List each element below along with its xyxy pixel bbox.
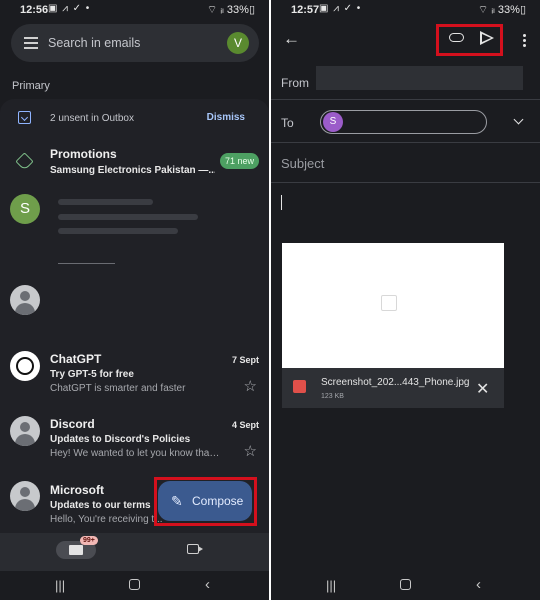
avatar (10, 416, 40, 446)
star-icon[interactable]: ☆ (244, 442, 257, 460)
dismiss-button[interactable]: Dismiss (207, 112, 245, 123)
chevron-down-icon[interactable] (513, 114, 524, 125)
promotions-row[interactable]: Promotions Samsung Electronics Pakistan … (0, 147, 269, 177)
divider (271, 99, 540, 100)
recipient-chip[interactable]: S (320, 110, 487, 134)
redacted-text (58, 228, 178, 234)
chatgpt-logo-icon (10, 351, 40, 381)
search-input[interactable]: Search in emails (48, 36, 140, 50)
image-icon (381, 295, 397, 311)
from-label: From (281, 76, 309, 90)
image-file-icon (293, 380, 306, 393)
new-count-badge: 71 new (219, 153, 259, 169)
status-time: 12:57 (291, 4, 320, 16)
status-bar: 12:56 ▣ ⩘ ✓ • ⌔ ᵢₗ 33%▯ (0, 0, 269, 20)
divider (271, 182, 540, 183)
highlight-box-actions (436, 24, 503, 56)
promotions-title: Promotions (50, 147, 117, 161)
avatar (10, 285, 40, 315)
hamburger-icon[interactable] (24, 37, 38, 49)
email-subject: Updates to our terms (50, 500, 151, 511)
attachment-size: 123 KB (321, 393, 344, 400)
redacted-text (58, 214, 198, 220)
divider (271, 142, 540, 143)
attachment-bar: Screenshot_202...443_Phone.jpg 123 KB ✕ (282, 368, 504, 408)
attachment-name: Screenshot_202...443_Phone.jpg (321, 377, 470, 388)
close-icon[interactable]: ✕ (476, 379, 489, 399)
bottom-navigation: 99+ (0, 533, 269, 571)
email-subject: Try GPT-5 for free (50, 369, 134, 380)
email-date: 4 Sept (231, 420, 259, 430)
status-bar: 12:57 ▣ ⩘ ✓ • ⌔ ᵢₗ 33%▯ (271, 0, 540, 20)
avatar: S (323, 112, 343, 132)
back-icon[interactable]: ‹ (205, 576, 210, 593)
home-icon[interactable] (400, 579, 411, 590)
outbox-banner: 2 unsent in Outbox Dismiss (0, 109, 269, 129)
redacted-text (58, 199, 153, 205)
divider (58, 263, 115, 264)
email-row-discord[interactable]: Discord 4 Sept Updates to Discord's Poli… (0, 416, 269, 464)
promotions-sender: Samsung Electronics Pakistan —... (50, 165, 215, 176)
email-sender: Microsoft (50, 483, 104, 497)
email-preview: ChatGPT is smarter and faster (50, 383, 186, 394)
battery-indicator: ⌔ ᵢₗ 33%▯ (206, 4, 255, 16)
recent-apps-icon[interactable]: ||| (55, 578, 65, 593)
back-arrow-icon[interactable]: ← (283, 29, 300, 49)
email-subject: Updates to Discord's Policies (50, 434, 191, 445)
email-preview: Hey! We wanted to let you know that we..… (50, 448, 220, 459)
back-icon[interactable]: ‹ (476, 576, 481, 593)
subject-field[interactable]: Subject (281, 156, 324, 171)
notification-icons: ▣ ⩘ ✓ • (48, 3, 91, 14)
attachment-preview[interactable] (282, 243, 504, 368)
section-label: Primary (12, 80, 50, 92)
status-time: 12:56 (20, 4, 49, 16)
account-avatar[interactable]: V (227, 32, 249, 54)
video-icon[interactable] (187, 544, 203, 554)
email-sender: ChatGPT (50, 352, 102, 366)
notification-icons: ▣ ⩘ ✓ • (319, 3, 362, 14)
system-navigation-bar: ||| ‹ (271, 571, 540, 600)
outbox-icon (18, 111, 31, 124)
from-field[interactable] (316, 66, 523, 90)
outbox-text: 2 unsent in Outbox (50, 113, 134, 124)
avatar: S (10, 194, 40, 224)
tag-icon (15, 152, 34, 171)
avatar (10, 481, 40, 511)
home-icon[interactable] (129, 579, 140, 590)
search-bar[interactable]: Search in emails V (11, 24, 259, 62)
email-row-chatgpt[interactable]: ChatGPT 7 Sept Try GPT-5 for free ChatGP… (0, 351, 269, 399)
more-vert-icon[interactable] (523, 34, 526, 49)
list-item[interactable]: S (0, 194, 269, 254)
system-navigation-bar: ||| ‹ (0, 571, 269, 600)
inbox-screen: 12:56 ▣ ⩘ ✓ • ⌔ ᵢₗ 33%▯ Search in emails… (0, 0, 269, 600)
body-text-cursor[interactable] (281, 195, 282, 210)
battery-indicator: ⌔ ᵢₗ 33%▯ (477, 4, 526, 16)
star-icon[interactable]: ☆ (244, 377, 257, 395)
recent-apps-icon[interactable]: ||| (326, 578, 336, 593)
compose-screen: 12:57 ▣ ⩘ ✓ • ⌔ ᵢₗ 33%▯ ← From To S Subj… (271, 0, 540, 600)
email-date: 7 Sept (231, 355, 259, 365)
highlight-box-compose (154, 477, 257, 526)
list-item[interactable] (0, 285, 269, 319)
to-label: To (281, 116, 294, 130)
unread-badge: 99+ (80, 536, 98, 545)
email-sender: Discord (50, 417, 95, 431)
